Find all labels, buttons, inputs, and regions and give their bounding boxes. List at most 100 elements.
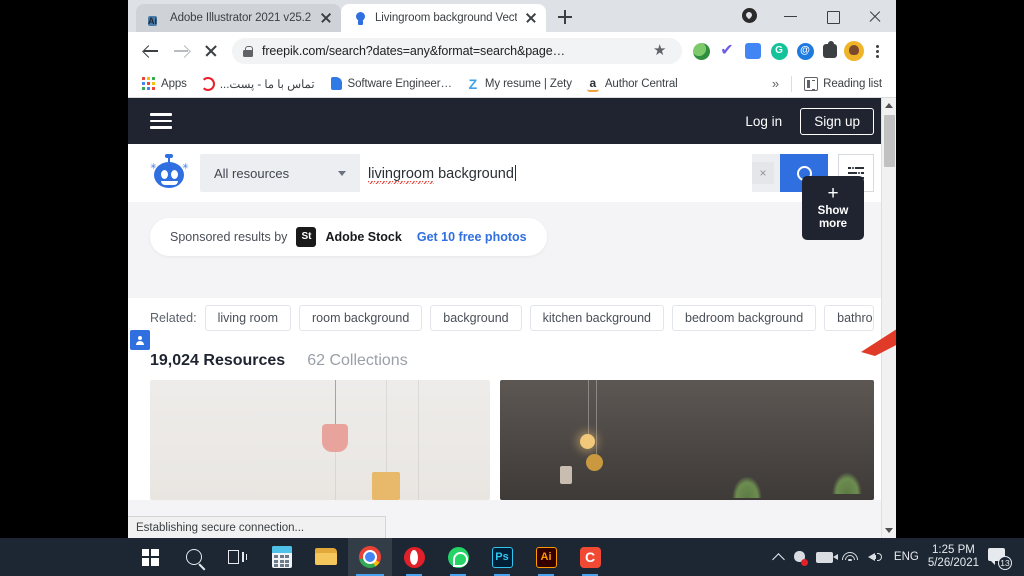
windows-taskbar: Ps Ai C ENG 1:25 PM 5/26/2021 13 [0,538,1024,576]
translate-extension-icon[interactable] [741,39,765,63]
browser-toolbar: freepik.com/search?dates=any&format=sear… [128,32,896,70]
bookmark-item-zety[interactable]: Z My resume | Zety [460,74,578,94]
bookmark-star-icon[interactable]: ★ [650,40,672,62]
results-grid [128,380,896,500]
close-window-button[interactable] [854,0,896,32]
user-extension-badge[interactable] [130,330,150,350]
language-indicator[interactable]: ENG [894,551,919,563]
notifications-button[interactable]: 13 [988,546,1012,570]
camera-icon[interactable] [815,551,838,563]
photoshop-button[interactable]: Ps [480,538,524,576]
scroll-down-arrow[interactable] [882,523,896,538]
related-tag[interactable]: background [430,305,522,331]
address-bar[interactable]: freepik.com/search?dates=any&format=sear… [232,38,682,64]
puzzle-extensions-icon[interactable] [818,39,842,63]
browser-tab-illustrator[interactable]: Ai Adobe Illustrator 2021 v25.2.3.25 [136,4,341,32]
resource-type-select[interactable]: All resources [200,154,360,192]
sponsored-brand: Adobe Stock [325,230,402,244]
browser-status-bar: Establishing secure connection... [128,516,386,538]
related-tag[interactable]: living room [204,305,291,331]
dark-wall-pendant-lights-thumbnail[interactable] [500,380,874,500]
livingroom-pink-pendant-lamp-thumbnail[interactable] [150,380,490,500]
earth-extension-icon[interactable] [689,39,713,63]
wifi-icon[interactable] [842,551,859,564]
related-tag[interactable]: room background [299,305,423,331]
page-scrollbar[interactable] [881,98,896,538]
related-label: Related: [150,311,197,325]
bookmarks-bar: Apps تماس با ما - پست... Software Engine… [128,70,896,98]
file-explorer-button[interactable] [304,538,348,576]
task-view-button[interactable] [216,538,260,576]
scroll-up-arrow[interactable] [882,98,896,113]
calculator-button[interactable] [260,538,304,576]
start-button[interactable] [128,538,172,576]
illustrator-button[interactable]: Ai [524,538,568,576]
related-tag[interactable]: bathroom [824,305,874,331]
show-hidden-icons[interactable] [772,552,785,566]
resources-count: 19,024 Resources [150,352,286,369]
back-arrow-icon[interactable] [136,36,166,66]
scrollbar-thumb[interactable] [884,115,895,167]
sponsored-pill[interactable]: Sponsored results by St Adobe Stock Get … [150,218,547,256]
calculator-icon [272,546,292,568]
close-icon[interactable] [524,11,538,25]
maximize-button[interactable] [812,0,854,32]
search-icon [186,549,202,565]
profile-avatar[interactable] [844,41,864,61]
stop-loading-icon[interactable] [196,36,226,66]
at-extension-icon[interactable]: @ [793,39,817,63]
hamburger-menu-icon[interactable] [150,113,172,129]
checkmark-extension-icon[interactable]: ✔ [715,39,739,63]
related-tag[interactable]: kitchen background [529,305,665,331]
three-dot-menu-icon[interactable] [866,39,888,63]
reading-list-button[interactable]: Reading list [798,74,888,94]
taskbar-items: Ps Ai C [128,538,612,576]
show-more-button[interactable]: + Show more [802,176,864,240]
freepik-navbar: Log in Sign up [128,98,896,144]
collections-count[interactable]: 62 Collections [307,352,408,370]
freepik-robot-logo[interactable]: ✳ ✳ [150,154,189,192]
whatsapp-button[interactable] [436,538,480,576]
camtasia-button[interactable]: C [568,538,612,576]
windows-logo-icon [141,548,159,566]
clock[interactable]: 1:25 PM 5/26/2021 [928,544,979,570]
search-bar: All resources livingroom background × [200,154,828,192]
apps-grid-icon [142,76,156,91]
freepik-search-row: ✳ ✳ All resources livingroom background … [128,144,896,202]
browser-tab-freepik[interactable]: Livingroom background Vectors [341,4,546,32]
close-icon[interactable] [319,11,333,25]
sponsored-results-row: Sponsored results by St Adobe Stock Get … [128,176,896,272]
bookmark-label: Author Central [604,77,678,90]
tab-title: Livingroom background Vectors [375,12,517,24]
search-button[interactable] [172,538,216,576]
bookmark-apps[interactable]: Apps [136,74,193,94]
search-query-rest: background [434,165,514,182]
clear-search-button[interactable]: × [752,162,774,184]
login-link[interactable]: Log in [745,114,782,129]
bookmarks-overflow-button[interactable]: » [766,76,785,91]
bookmark-item-author-central[interactable]: a Author Central [580,74,684,94]
chrome-button[interactable] [348,538,392,576]
free-photos-link[interactable]: Get 10 free photos [417,230,527,244]
show-more-line1: Show [817,204,849,217]
speaker-icon[interactable] [867,550,885,564]
new-tab-button[interactable] [552,4,578,30]
opera-button[interactable] [392,538,436,576]
reading-list-label: Reading list [823,77,882,90]
bookmark-item-aparat[interactable]: تماس با ما - پست... [195,74,321,94]
microphone-muted-icon[interactable] [792,550,808,566]
search-input[interactable]: livingroom background [360,154,752,192]
sponsored-prefix: Sponsored results by [170,230,288,244]
tab-title: Adobe Illustrator 2021 v25.2.3.25 [170,12,312,24]
related-tag[interactable]: bedroom background [672,305,817,331]
whatsapp-icon [447,546,469,568]
bookmark-label: تماس با ما - پست... [219,78,315,91]
bookmark-label: Apps [161,77,187,90]
signup-button[interactable]: Sign up [800,107,874,135]
window-controls [728,0,896,32]
bookmark-item-software-engineer[interactable]: Software Engineer… [323,74,458,94]
minimize-button[interactable] [770,0,812,32]
grammarly-extension-icon[interactable]: G [767,39,791,63]
folder-icon [315,548,337,566]
chrome-update-icon[interactable] [728,0,770,32]
